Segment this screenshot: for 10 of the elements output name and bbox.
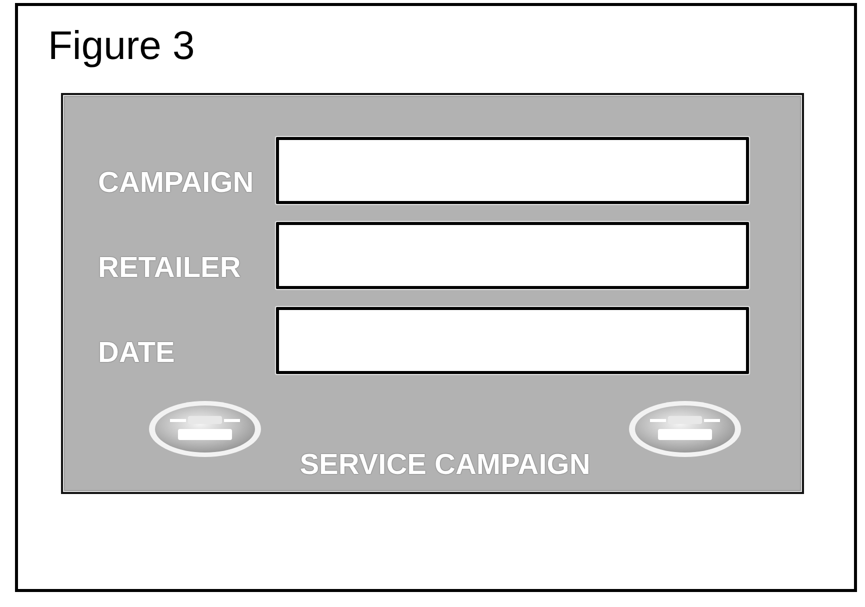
oval-emblem-icon bbox=[628, 400, 742, 458]
figure-title: Figure 3 bbox=[48, 26, 195, 66]
field-label: CAMPAIGN bbox=[98, 169, 254, 198]
oval-emblem-icon bbox=[148, 400, 262, 458]
input-field[interactable] bbox=[276, 137, 749, 204]
field-label: RETAILER bbox=[98, 254, 241, 283]
field-label: DATE bbox=[98, 339, 175, 368]
input-field[interactable] bbox=[276, 307, 749, 374]
panel-caption: SERVICE CAMPAIGN bbox=[300, 451, 590, 480]
input-field[interactable] bbox=[276, 222, 749, 289]
